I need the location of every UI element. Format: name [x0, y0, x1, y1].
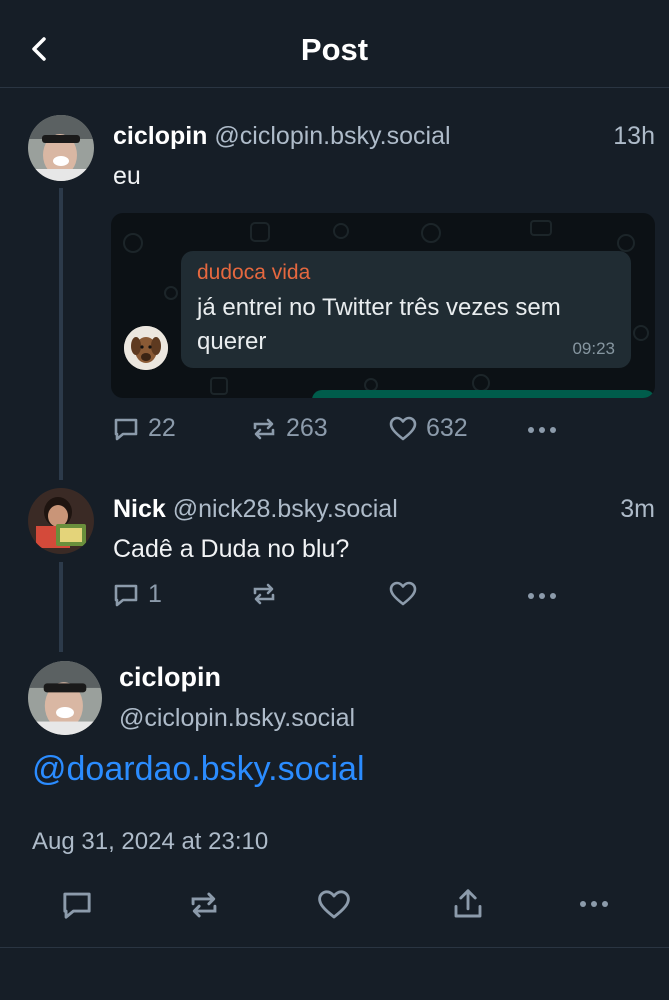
- post-author[interactable]: Nick @nick28.bsky.social: [113, 495, 398, 524]
- repost-button[interactable]: [187, 888, 221, 922]
- repost-button[interactable]: [250, 580, 278, 608]
- main-post-actions: [0, 884, 669, 928]
- author-handle[interactable]: @nick28.bsky.social: [173, 495, 398, 523]
- reply-button[interactable]: 1: [112, 580, 162, 609]
- avatar-image: [28, 488, 94, 554]
- share-icon: [454, 889, 482, 918]
- ellipsis-icon: [528, 593, 556, 599]
- reply-count: 1: [148, 580, 162, 608]
- post-date: Aug 31, 2024 at 23:10: [32, 828, 269, 855]
- post-text: Cadê a Duda no blu?: [113, 535, 350, 563]
- like-button[interactable]: [388, 580, 418, 608]
- post-actions: 1: [0, 580, 669, 620]
- ellipsis-icon: [580, 901, 608, 907]
- avatar[interactable]: [28, 661, 102, 735]
- repost-arrows-icon: [191, 892, 217, 918]
- more-options-button[interactable]: [578, 890, 612, 918]
- post-time[interactable]: 3m: [620, 495, 655, 524]
- avatar-image: [28, 661, 102, 735]
- repost-arrows-icon: [253, 583, 275, 605]
- divider: [0, 947, 669, 948]
- like-button[interactable]: [316, 888, 352, 922]
- heart-icon: [389, 581, 417, 606]
- thread-post[interactable]: Nick @nick28.bsky.social 3m Cadê a Duda …: [0, 0, 669, 640]
- reply-button[interactable]: [60, 888, 94, 922]
- main-author-handle[interactable]: @ciclopin.bsky.social: [119, 704, 355, 733]
- avatar[interactable]: [28, 488, 94, 554]
- main-author-name[interactable]: ciclopin: [119, 662, 221, 693]
- speech-bubble-icon: [63, 892, 91, 919]
- more-options-button[interactable]: [526, 580, 560, 608]
- share-button[interactable]: [451, 886, 485, 922]
- speech-bubble-icon: [114, 584, 138, 606]
- author-name[interactable]: Nick: [113, 495, 166, 523]
- mention-link[interactable]: @doardao.bsky.social: [32, 750, 365, 789]
- heart-icon: [318, 890, 350, 919]
